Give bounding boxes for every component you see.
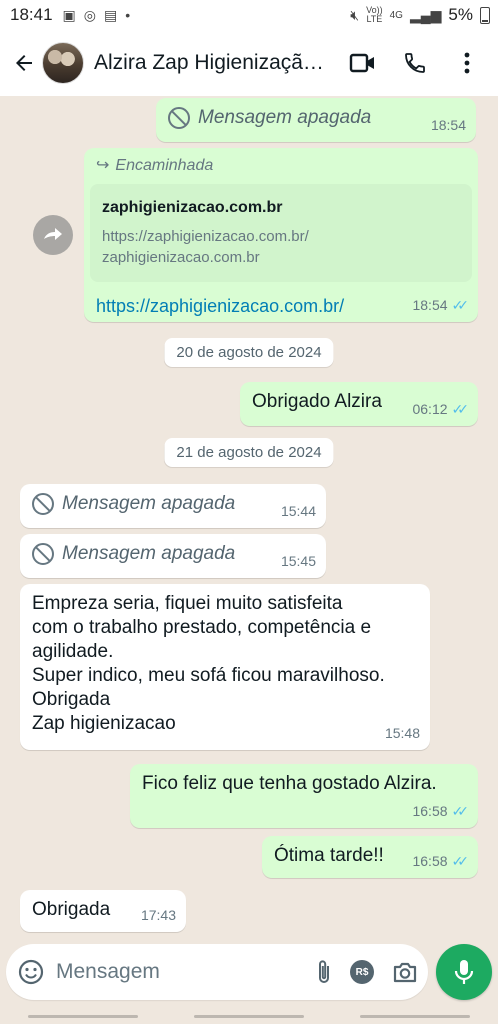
- message-time: 16:58: [412, 803, 448, 819]
- status-time: 18:41: [10, 5, 53, 24]
- message-link[interactable]: https://zaphigienizacao.com.br/: [90, 294, 390, 318]
- nav-handle[interactable]: [360, 1014, 470, 1018]
- signal-icon: ▂▄▆: [409, 6, 442, 23]
- more-vertical-icon: [464, 52, 470, 74]
- gallery-icon: ▣: [62, 6, 76, 23]
- status-bar: 18:41 ▣ ◎ ▤ • 🔇︎ Vo)) LTE 4G ▂▄▆ 5%: [0, 0, 498, 30]
- contact-name[interactable]: Alzira Zap Higienizaçã…: [94, 51, 340, 75]
- microphone-icon: [454, 960, 474, 984]
- message-list[interactable]: Mensagem apagada 18:54 ↪ Encaminhada zap…: [0, 96, 498, 936]
- link-preview-title: zaphigienizacao.com.br: [102, 199, 283, 216]
- message-bubble[interactable]: Mensagem apagada 18:54: [156, 98, 476, 142]
- message-line: Super indico, meu sofá ficou maravilhoso…: [32, 665, 385, 686]
- video-camera-icon: [349, 53, 374, 73]
- emoji-icon[interactable]: [18, 959, 44, 985]
- nav-handle[interactable]: [194, 1014, 304, 1018]
- message-text: Ótima tarde!!: [274, 845, 384, 866]
- read-ticks-icon: ✓✓: [451, 297, 470, 313]
- system-nav-bar: [0, 1008, 498, 1024]
- nav-handle[interactable]: [28, 1014, 138, 1018]
- message-text: Mensagem apagada: [62, 543, 236, 564]
- link-preview[interactable]: zaphigienizacao.com.br https://zaphigien…: [90, 184, 472, 282]
- message-text: Obrigada: [32, 899, 111, 920]
- message-text: Mensagem apagada: [62, 493, 236, 514]
- phone-icon: [405, 53, 425, 73]
- date-separator: 20 de agosto de 2024: [164, 338, 334, 367]
- message-line: Obrigada: [32, 689, 111, 710]
- voice-call-button[interactable]: [398, 46, 432, 80]
- message-bubble[interactable]: Ótima tarde!! 16:58 ✓✓: [262, 836, 478, 878]
- forwarded-icon: ↪: [96, 157, 110, 174]
- message-line: com o trabalho prestado, competência e: [32, 617, 372, 638]
- battery-percent: 5%: [448, 5, 473, 24]
- forwarded-link-message[interactable]: ↪ Encaminhada zaphigienizacao.com.br htt…: [84, 148, 478, 322]
- attachment-icon[interactable]: [316, 958, 332, 986]
- forwarded-label: Encaminhada: [115, 157, 214, 174]
- message-time: 17:43: [140, 907, 176, 923]
- message-time: 15:44: [280, 503, 316, 519]
- read-ticks-icon: ✓✓: [451, 853, 470, 869]
- message-text: Obrigado Alzira: [252, 391, 382, 412]
- message-time: 16:58: [412, 853, 448, 869]
- message-time: 18:54: [430, 117, 466, 133]
- message-time: 15:48: [384, 725, 420, 741]
- vpn-icon: ▤: [104, 6, 118, 23]
- message-bubble[interactable]: Fico feliz que tenha gostado Alzira. 16:…: [130, 764, 478, 828]
- chat-header: Alzira Zap Higienizaçã…: [0, 30, 498, 96]
- message-text: Mensagem apagada: [198, 107, 372, 128]
- camera-icon[interactable]: [392, 960, 418, 984]
- date-separator: 21 de agosto de 2024: [164, 438, 334, 467]
- message-bubble[interactable]: Obrigada 17:43: [20, 890, 186, 932]
- message-bubble[interactable]: Mensagem apagada 15:44: [20, 484, 326, 528]
- link-preview-description: https://zaphigienizacao.com.br/ zaphigie…: [102, 228, 309, 266]
- deleted-icon: [32, 493, 54, 515]
- volte-icon: Vo)) LTE: [366, 5, 383, 24]
- message-input[interactable]: Mensagem: [56, 960, 316, 984]
- message-composer[interactable]: Mensagem R$: [6, 944, 428, 1000]
- deleted-icon: [168, 107, 190, 129]
- mute-icon: 🔇︎: [350, 6, 360, 23]
- message-bubble[interactable]: Mensagem apagada 15:45: [20, 534, 326, 578]
- voice-record-button[interactable]: [436, 944, 492, 1000]
- deleted-icon: [32, 543, 54, 565]
- message-text: Fico feliz que tenha gostado Alzira.: [142, 773, 437, 794]
- read-ticks-icon: ✓✓: [451, 401, 470, 417]
- battery-icon: [480, 6, 490, 24]
- message-time: 15:45: [280, 553, 316, 569]
- message-line: Empreza seria, fiquei muito satisfeita: [32, 593, 343, 614]
- message-bubble[interactable]: Obrigado Alzira 06:12 ✓✓: [240, 382, 478, 426]
- message-time: 18:54: [412, 297, 448, 313]
- video-call-button[interactable]: [346, 46, 380, 80]
- sync-icon: ◎: [83, 6, 96, 23]
- contact-avatar[interactable]: [42, 42, 84, 84]
- more-options-button[interactable]: [450, 46, 484, 80]
- back-button[interactable]: [6, 51, 42, 75]
- arrow-left-icon: [16, 55, 32, 71]
- forward-button[interactable]: [33, 215, 73, 255]
- message-line: Zap higienizacao: [32, 713, 176, 734]
- message-line: agilidade.: [32, 641, 114, 662]
- message-bubble[interactable]: Empreza seria, fiquei muito satisfeita c…: [20, 584, 430, 750]
- forward-icon: [44, 228, 62, 240]
- payment-icon[interactable]: R$: [350, 960, 374, 984]
- read-ticks-icon: ✓✓: [451, 803, 470, 819]
- network-4g-icon: 4G: [389, 9, 403, 21]
- message-time: 06:12: [412, 401, 448, 417]
- dot-icon: •: [125, 7, 131, 23]
